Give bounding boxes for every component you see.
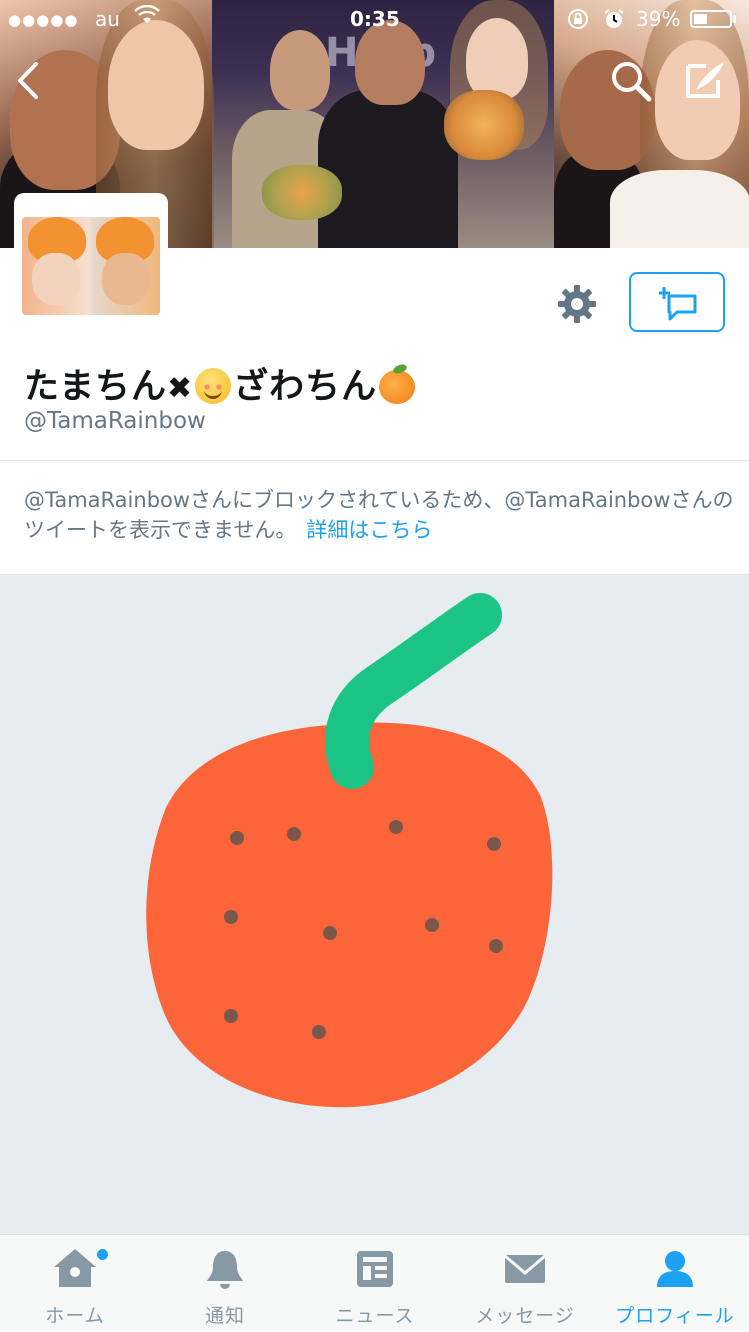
tangerine-dot: [487, 837, 501, 851]
message-icon: [659, 287, 697, 321]
tangerine-dot: [312, 1025, 326, 1039]
tangerine-illustration: [146, 593, 553, 1108]
learn-more-link[interactable]: 詳細はこちら: [306, 518, 432, 542]
tab-messages[interactable]: メッセージ: [450, 1235, 600, 1332]
search-icon[interactable]: [608, 58, 654, 104]
tangerine-dot: [323, 926, 337, 940]
alarm-icon: [602, 7, 626, 36]
tangerine-emoji-icon: [379, 370, 416, 404]
divider: [0, 460, 749, 461]
gear-icon[interactable]: [556, 283, 598, 325]
tab-home[interactable]: ホーム: [0, 1235, 150, 1332]
battery-icon: [690, 10, 732, 28]
tangerine-dot: [224, 1009, 238, 1023]
tab-notifications[interactable]: 通知: [150, 1235, 300, 1332]
tab-label: 通知: [204, 1305, 245, 1327]
tangerine-dot: [425, 918, 439, 932]
wifi-icon: [134, 4, 160, 31]
rotation-lock-icon: [566, 7, 590, 36]
envelope-icon: [504, 1254, 546, 1283]
news-icon: [357, 1251, 393, 1287]
smiling-face-emoji-icon: [195, 368, 232, 404]
tab-label: プロフィール: [615, 1305, 735, 1327]
profile-handle: @TamaRainbow: [24, 408, 206, 434]
tab-label: メッセージ: [475, 1305, 575, 1327]
blocked-notice: @TamaRainbowさんにブロックされているため、@TamaRainbowさ…: [24, 485, 734, 545]
tangerine-dot: [389, 820, 403, 834]
empty-state-illustration: [0, 575, 749, 1235]
profile-name: たまちん✖ ざわちん: [24, 358, 416, 409]
tangerine-dot: [287, 827, 301, 841]
status-time: 0:35: [350, 7, 400, 31]
signal-strength: ●●●●●: [8, 11, 79, 29]
compose-tweet-icon[interactable]: [682, 58, 728, 104]
tab-label: ニュース: [335, 1305, 415, 1327]
tangerine-dot: [224, 910, 238, 924]
bouquet-image: [262, 165, 342, 220]
home-icon: [54, 1249, 96, 1287]
bouquet-image: [444, 90, 524, 160]
battery-level: [694, 14, 707, 24]
notification-dot: [95, 1247, 110, 1262]
tab-news[interactable]: ニュース: [300, 1235, 450, 1332]
person-icon: [657, 1251, 693, 1287]
direct-message-button[interactable]: [629, 272, 725, 332]
status-bar: ●●●●● au 0:35 39%: [0, 0, 749, 40]
battery-percent: 39%: [636, 7, 681, 31]
carrier-name: au: [95, 7, 120, 31]
bell-icon: [207, 1251, 243, 1289]
tangerine-dot: [230, 831, 244, 845]
tab-label: ホーム: [45, 1305, 105, 1327]
bottom-tab-bar: ホーム 通知 ニュース メッセージ プロフィール: [0, 1234, 749, 1331]
back-chevron-icon[interactable]: [12, 58, 42, 103]
tangerine-dot: [489, 939, 503, 953]
tab-profile[interactable]: プロフィール: [600, 1235, 749, 1332]
avatar-image: [22, 217, 160, 315]
profile-avatar[interactable]: [14, 193, 168, 327]
